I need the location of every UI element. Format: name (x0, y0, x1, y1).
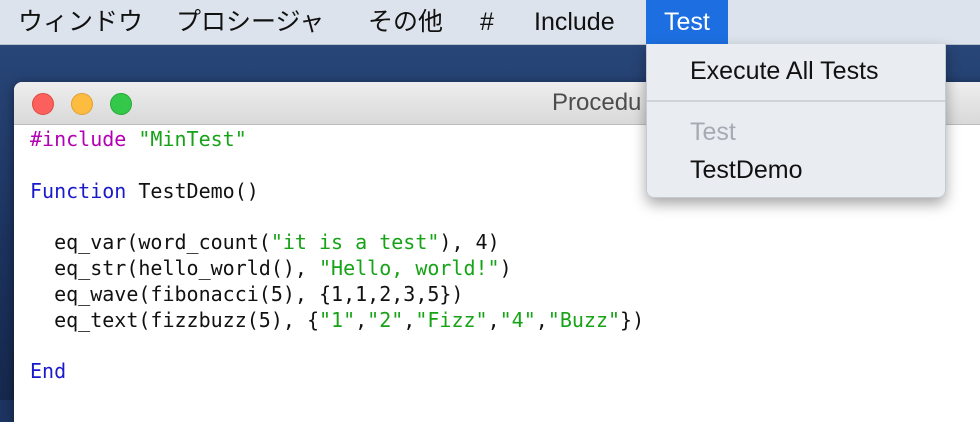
code-line: ) (499, 255, 512, 280)
minimize-button[interactable] (71, 93, 93, 115)
test-menu-dropdown: Execute All Tests Test TestDemo (646, 44, 946, 198)
code-string: "2" (367, 307, 404, 332)
menu-bar: ウィンドウ プロシージャ その他 # Include Test (0, 0, 980, 45)
code-include-directive: #include (30, 127, 127, 151)
code-string: "Hello, world!" (318, 255, 500, 280)
code-comma: , (535, 307, 548, 332)
code-string: "Buzz" (547, 307, 621, 332)
code-include-file: "MinTest" (138, 127, 247, 151)
code-line: eq_var(word_count( (30, 230, 271, 255)
test-section-header: Test (690, 118, 736, 146)
window-title: Procedu (552, 89, 642, 116)
menu-test[interactable]: Test (646, 0, 728, 44)
code-comma: , (487, 307, 500, 332)
code-end-keyword: End (30, 359, 67, 384)
menu-separator (647, 100, 945, 102)
menu-procedure[interactable]: プロシージャ (158, 0, 342, 44)
test-demo-item[interactable]: TestDemo (647, 153, 945, 187)
execute-all-tests-item[interactable]: Execute All Tests (647, 54, 945, 88)
code-string: "it is a test" (270, 230, 440, 255)
code-string: "1" (318, 307, 356, 332)
code-function-keyword: Function (30, 178, 127, 203)
code-string: "Fizz" (415, 307, 488, 332)
code-line: }) (620, 307, 645, 332)
zoom-button[interactable] (110, 93, 132, 115)
code-function-signature: TestDemo() (126, 178, 259, 203)
code-line: ), 4) (439, 230, 500, 255)
code-comma: , (355, 307, 368, 332)
code-line: eq_wave(fibonacci(5), {1,1,2,3,5}) (30, 281, 464, 306)
close-button[interactable] (32, 93, 54, 115)
code-string: "4" (499, 307, 536, 332)
code-line: eq_text(fizzbuzz(5), { (30, 307, 319, 332)
code-editor[interactable]: #include "MinTest" Function TestDemo() e… (30, 127, 644, 385)
menu-hash[interactable]: # (462, 0, 512, 44)
code-comma: , (403, 307, 416, 332)
menu-include[interactable]: Include (516, 0, 633, 44)
menu-window[interactable]: ウィンドウ (0, 0, 161, 44)
menu-misc[interactable]: その他 (350, 0, 461, 44)
code-line: eq_str(hello_world(), (30, 255, 319, 280)
